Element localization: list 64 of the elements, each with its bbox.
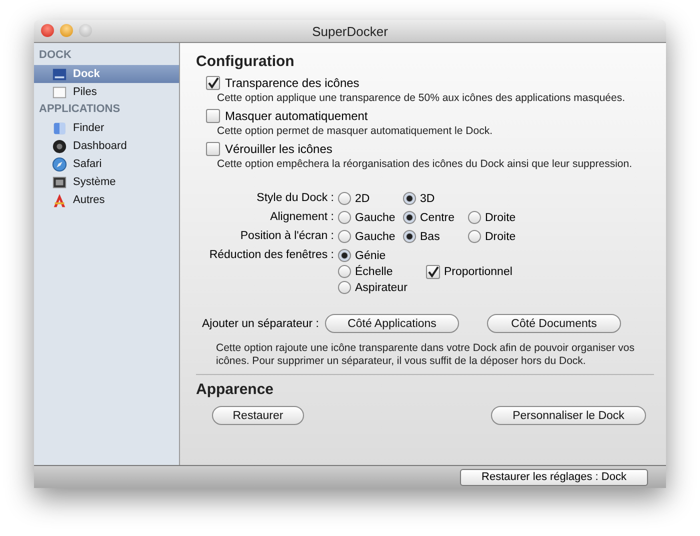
option-description: Cette option rajoute une icône transparente dans votre Dock afin de pouvoir organiser vos icônes. Pour supprimer un séparateur, il vous suffit de la déposer hors du Dock.: [216, 342, 636, 368]
sidebar-item[interactable]: Safari: [34, 155, 179, 173]
checkbox-label: Transparence des icônes: [225, 76, 360, 90]
radio-label: Gauche: [355, 230, 396, 242]
option-description: Cette option empêchera la réorganisation des icônes du Dock ainsi que leur suppression.: [217, 158, 633, 170]
radio-button[interactable]: [338, 211, 351, 224]
radio-button[interactable]: [403, 211, 416, 224]
section-heading: Configuration: [196, 53, 296, 70]
checkbox[interactable]: [206, 142, 220, 156]
section-heading: Apparence: [196, 381, 275, 398]
separator-button[interactable]: Côté Documents: [487, 314, 621, 333]
checkbox[interactable]: [206, 108, 220, 122]
restore-settings-button[interactable]: Restaurer les réglages : Dock: [460, 468, 648, 486]
radio-label: Aspirateur: [355, 282, 408, 294]
radio-label: Bas: [420, 230, 440, 242]
sidebar-item[interactable]: Autres: [34, 191, 179, 209]
window-title: SuperDocker: [312, 24, 388, 38]
radio-button[interactable]: [468, 230, 481, 243]
radio-label: Gauche: [355, 212, 396, 224]
compass-icon: [52, 156, 67, 172]
terminal-icon: [52, 174, 67, 190]
finder-icon: [52, 120, 67, 136]
radio-button[interactable]: [338, 230, 351, 243]
document-icon: [52, 84, 67, 100]
checkbox-label: Vérouiller les icônes: [225, 142, 332, 156]
separator-button[interactable]: Côté Applications: [325, 314, 459, 333]
radio-button[interactable]: [338, 281, 351, 294]
radio-label: Centre: [420, 212, 455, 224]
radio-button[interactable]: [403, 230, 416, 243]
appearance-button[interactable]: Personnaliser le Dock: [491, 406, 646, 426]
option-label: Alignement :: [269, 211, 334, 223]
radio-label: Droite: [485, 212, 516, 224]
option-description: Cette option permet de masquer automatiquement le Dock.: [217, 125, 494, 137]
radio-label: Droite: [485, 230, 516, 242]
option-label: Réduction des fenêtres :: [208, 249, 334, 261]
minimize-button[interactable]: [60, 24, 73, 37]
sidebar-item[interactable]: Système: [34, 173, 179, 191]
sidebar-heading: DOCK: [38, 48, 72, 63]
radio-button[interactable]: [468, 211, 481, 224]
appearance-button[interactable]: Restaurer: [212, 406, 304, 426]
dock-icon: [52, 66, 67, 82]
checkbox[interactable]: [426, 264, 440, 278]
sidebar-item[interactable]: Dashboard: [34, 137, 179, 155]
checkbox[interactable]: [206, 76, 220, 90]
option-label: Ajouter un séparateur :: [202, 318, 319, 330]
radio-label: 2D: [355, 192, 370, 204]
sidebar-item[interactable]: Piles: [34, 83, 179, 101]
radio-label: Échelle: [355, 266, 393, 278]
option-description: Cette option applique une transparence de 50% aux icônes des applications masquées.: [217, 92, 626, 104]
radio-label: Génie: [355, 250, 386, 262]
radio-button[interactable]: [338, 192, 351, 205]
close-button[interactable]: [41, 24, 54, 37]
option-label: Style du Dock :: [256, 192, 334, 204]
sidebar-item[interactable]: Finder: [34, 119, 179, 137]
checkbox-label: Proportionnel: [444, 266, 512, 278]
radio-label: 3D: [420, 192, 435, 204]
checkbox-label: Masquer automatiquement: [225, 108, 368, 122]
radio-button[interactable]: [403, 192, 416, 205]
radio-button[interactable]: [338, 249, 351, 262]
letter-a-icon: [52, 192, 67, 208]
option-label: Position à l'écran :: [239, 230, 334, 242]
radio-button[interactable]: [338, 265, 351, 278]
gauge-icon: [52, 138, 67, 154]
sidebar-heading: APPLICATIONS: [38, 102, 122, 117]
